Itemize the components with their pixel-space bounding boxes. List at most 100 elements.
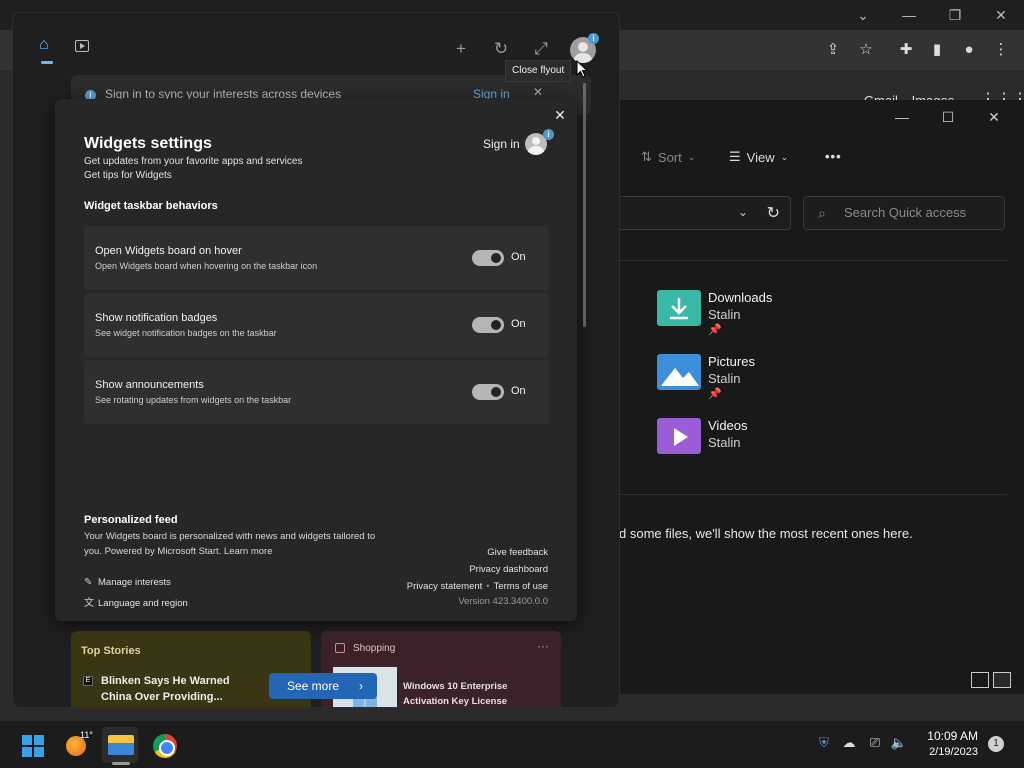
- folder-icon: [108, 735, 134, 755]
- setting-row-hover: Open Widgets board on hover Open Widgets…: [84, 226, 549, 290]
- sort-icon: ⇅: [641, 149, 652, 164]
- extensions-icon[interactable]: ✚: [895, 39, 917, 61]
- close-icon[interactable]: ✕: [533, 85, 543, 99]
- sort-label: Sort: [657, 149, 682, 165]
- network-icon[interactable]: ⎚: [866, 734, 884, 752]
- minimize-icon[interactable]: —: [898, 4, 920, 26]
- bookmark-star-icon[interactable]: ☆: [855, 39, 877, 61]
- settings-sign-in-button[interactable]: Sign in: [483, 137, 520, 151]
- expand-icon[interactable]: ⤢: [531, 39, 551, 59]
- terms-of-use-link[interactable]: Terms of use: [494, 581, 548, 592]
- recent-files-empty-text: d some files, we'll show the most recent…: [619, 526, 913, 541]
- start-button[interactable]: [14, 727, 50, 763]
- refresh-icon[interactable]: ↻: [491, 39, 511, 59]
- address-bar[interactable]: ⌄ ↻: [601, 196, 791, 230]
- toggle-switch[interactable]: [472, 250, 504, 266]
- windows-logo-icon: [22, 735, 44, 757]
- tooltip: Close flyout: [505, 60, 572, 82]
- close-icon[interactable]: ✕: [990, 4, 1012, 26]
- legal-links: Privacy statement • Terms of use: [407, 581, 548, 592]
- notification-count-badge[interactable]: 1: [988, 736, 1004, 752]
- product-title-link[interactable]: Windows 10 Enterprise Activation Key Lic…: [403, 679, 553, 707]
- more-options-icon[interactable]: ···: [537, 639, 549, 653]
- onedrive-cloud-icon[interactable]: ☁: [840, 734, 858, 752]
- refresh-icon[interactable]: ↻: [767, 203, 780, 223]
- toggle-switch[interactable]: [472, 317, 504, 333]
- security-shield-icon[interactable]: ⛨: [815, 734, 833, 752]
- setting-title: Show notification badges: [95, 312, 218, 324]
- scrollbar[interactable]: [583, 83, 586, 327]
- news-source-logo-icon: E: [83, 676, 93, 686]
- widget-title: Top Stories: [81, 645, 141, 657]
- file-explorer-taskbar-button[interactable]: [102, 727, 138, 763]
- setting-row-badges: Show notification badges See widget noti…: [84, 293, 549, 357]
- give-feedback-link[interactable]: Give feedback: [487, 547, 548, 558]
- folder-location: Stalin: [708, 435, 741, 450]
- search-icon: ⌕: [818, 205, 826, 221]
- toggle-switch[interactable]: [472, 384, 504, 400]
- setting-description: Open Widgets board when hovering on the …: [95, 261, 318, 271]
- more-options-button[interactable]: •••: [825, 149, 842, 164]
- view-button[interactable]: ☰ View ⌄: [729, 149, 788, 165]
- clock-time[interactable]: 10:09 AM: [920, 729, 978, 743]
- see-more-button[interactable]: See more ›: [269, 673, 377, 699]
- chevron-down-icon[interactable]: ⌄: [852, 4, 874, 26]
- feed-title: Personalized feed: [84, 514, 178, 526]
- volume-icon[interactable]: 🔈: [890, 734, 908, 752]
- pin-icon: 📌: [708, 388, 722, 400]
- maximize-icon[interactable]: ☐: [937, 106, 959, 128]
- active-tab-indicator: [41, 61, 53, 64]
- folder-name: Downloads: [708, 290, 773, 305]
- setting-row-announcements: Show announcements See rotating updates …: [84, 360, 549, 424]
- close-icon[interactable]: ✕: [983, 106, 1005, 128]
- chevron-down-icon[interactable]: ⌄: [738, 205, 748, 219]
- menu-kebab-icon[interactable]: ⋮: [990, 39, 1012, 61]
- home-icon[interactable]: ⌂: [39, 37, 55, 53]
- restore-icon[interactable]: ❐: [944, 4, 966, 26]
- manage-interests-label: Manage interests: [98, 577, 171, 588]
- share-icon[interactable]: ⇪: [822, 39, 844, 61]
- chevron-right-icon: ›: [359, 679, 363, 693]
- folder-location: Stalin: [708, 307, 741, 322]
- privacy-statement-link[interactable]: Privacy statement: [407, 581, 483, 592]
- clock-date[interactable]: 2/19/2023: [914, 746, 978, 758]
- add-widget-icon[interactable]: +: [451, 39, 471, 59]
- side-panel-icon[interactable]: ▮: [926, 39, 948, 61]
- search-placeholder: Search Quick access: [844, 205, 967, 220]
- videos-folder-icon: [657, 418, 701, 454]
- profile-icon[interactable]: ●: [958, 39, 980, 61]
- minimize-icon[interactable]: —: [891, 106, 913, 128]
- settings-subtitle: Get tips for Widgets: [84, 170, 172, 181]
- chrome-taskbar-button[interactable]: [146, 727, 182, 763]
- tiles-view-icon[interactable]: [993, 672, 1011, 688]
- search-input[interactable]: ⌕ Search Quick access: [803, 196, 1005, 230]
- widgets-board: ⌂ + ↻ ⤢ i i Sign in to sync your interes…: [12, 12, 620, 708]
- manage-interests-link[interactable]: ✎ Manage interests: [84, 577, 171, 588]
- view-icon: ☰: [729, 149, 741, 164]
- quick-access-videos[interactable]: Videos Stalin: [657, 418, 877, 474]
- folder-name: Videos: [708, 418, 748, 433]
- language-region-label: Language and region: [98, 598, 188, 609]
- toggle-state-label: On: [511, 385, 526, 397]
- chevron-down-icon: ⌄: [687, 151, 696, 162]
- learn-more-link[interactable]: Learn more: [224, 546, 273, 557]
- details-view-icon[interactable]: [971, 672, 989, 688]
- close-icon[interactable]: ✕: [551, 106, 569, 124]
- weather-temperature: 11°: [80, 730, 93, 740]
- language-icon: 文: [84, 598, 94, 609]
- quick-access-downloads[interactable]: Downloads Stalin 📌: [657, 290, 877, 346]
- sort-button[interactable]: ⇅ Sort ⌄: [641, 149, 695, 165]
- section-title: Widget taskbar behaviors: [84, 200, 218, 212]
- video-tab-icon[interactable]: [75, 40, 89, 52]
- pencil-icon: ✎: [84, 577, 93, 588]
- downloads-folder-icon: [657, 290, 701, 326]
- feed-description: Your Widgets board is personalized with …: [84, 529, 384, 559]
- toggle-state-label: On: [511, 251, 526, 263]
- headline-link[interactable]: Blinken Says He Warned China Over Provid…: [101, 673, 241, 705]
- language-region-link[interactable]: 文 Language and region: [84, 594, 188, 609]
- folder-location: Stalin: [708, 371, 741, 386]
- privacy-dashboard-link[interactable]: Privacy dashboard: [469, 564, 548, 575]
- active-app-indicator: [112, 762, 130, 765]
- quick-access-pictures[interactable]: Pictures Stalin 📌: [657, 354, 877, 410]
- info-badge-icon: i: [543, 129, 554, 140]
